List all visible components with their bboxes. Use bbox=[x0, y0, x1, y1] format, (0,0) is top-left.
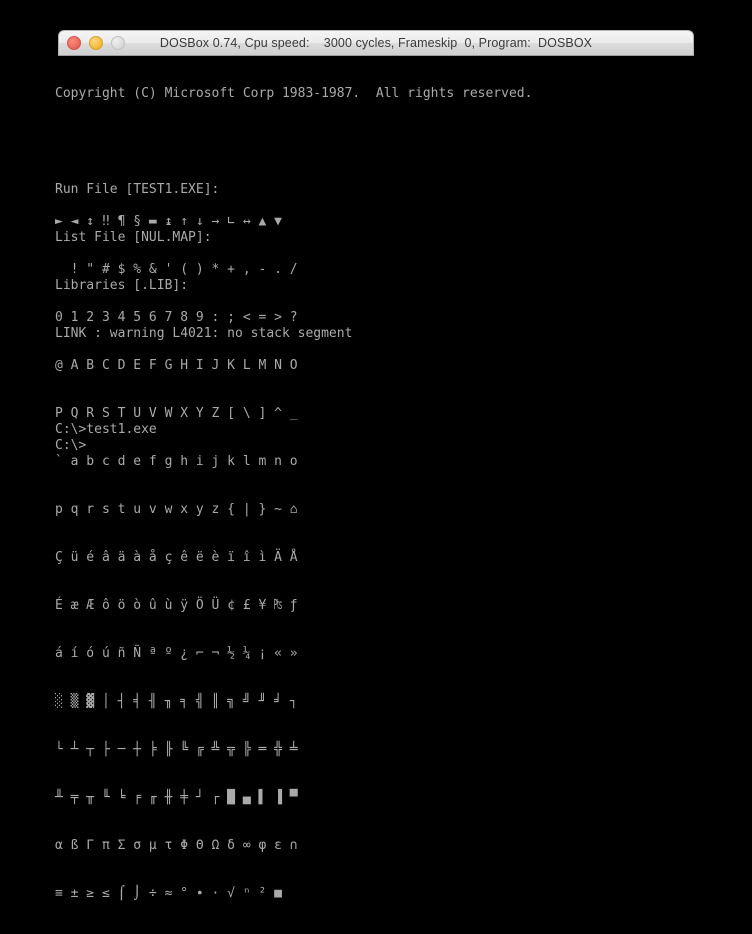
console-line: Copyright (C) Microsoft Corp 1983-1987. … bbox=[55, 86, 533, 101]
window-titlebar[interactable]: DOSBox 0.74, Cpu speed: 3000 cycles, Fra… bbox=[58, 30, 694, 56]
charmap-row: ╨ ╤ ╥ ╙ ╘ ╒ ╓ ╫ ╪ ┘ ┌ █ ▄ ▌ ▐ ▀ bbox=[55, 790, 298, 805]
minimize-button-icon[interactable] bbox=[89, 36, 103, 50]
window-title: DOSBox 0.74, Cpu speed: 3000 cycles, Fra… bbox=[159, 36, 593, 50]
charmap-row: ` a b c d e f g h i j k l m n o bbox=[55, 454, 298, 469]
charmap-row: ! " # $ % & ' ( ) * + , - . / bbox=[55, 262, 298, 277]
charmap-row: Ç ü é â ä à å ç ê ë è ï î ì Ä Å bbox=[55, 550, 298, 565]
close-button-icon[interactable] bbox=[67, 36, 81, 50]
charmap-row: á í ó ú ñ Ñ ª º ¿ ⌐ ¬ ½ ¼ ¡ « » bbox=[55, 646, 298, 661]
charmap-row: É æ Æ ô ö ò û ù ÿ Ö Ü ¢ £ ¥ ₧ ƒ bbox=[55, 598, 298, 613]
charmap-row: p q r s t u v w x y z { | } ~ ⌂ bbox=[55, 502, 298, 517]
zoom-button-icon[interactable] bbox=[111, 36, 125, 50]
charmap-row: α ß Γ π Σ σ µ τ Φ Θ Ω δ ∞ φ ε ∩ bbox=[55, 838, 298, 853]
charmap-row: P Q R S T U V W X Y Z [ \ ] ^ _ bbox=[55, 406, 298, 421]
character-map: ► ◄ ↕ ‼ ¶ § ▬ ↨ ↑ ↓ → ∟ ↔ ▲ ▼ ! " # $ % … bbox=[55, 182, 298, 934]
charmap-row: ░ ▒ ▓ │ ┤ ╡ ╢ ╖ ╕ ╣ ║ ╗ ╝ ╜ ╛ ┐ bbox=[55, 694, 298, 709]
window-controls bbox=[59, 36, 125, 50]
console-prompt[interactable]: C:\> bbox=[55, 438, 86, 454]
charmap-row: ≡ ± ≥ ≤ ⌠ ⌡ ÷ ≈ ° ∙ · √ ⁿ ² ■ bbox=[55, 886, 282, 901]
dosbox-screen: DOSBox 0.74, Cpu speed: 3000 cycles, Fra… bbox=[0, 0, 752, 901]
charmap-row: └ ┴ ┬ ├ ─ ┼ ╞ ╟ ╚ ╔ ╩ ╦ ╠ ═ ╬ ╧ bbox=[55, 742, 298, 757]
charmap-row: ► ◄ ↕ ‼ ¶ § ▬ ↨ ↑ ↓ → ∟ ↔ ▲ ▼ bbox=[55, 214, 282, 229]
charmap-row: 0 1 2 3 4 5 6 7 8 9 : ; < = > ? bbox=[55, 310, 298, 325]
dosbox-window: DOSBox 0.74, Cpu speed: 3000 cycles, Fra… bbox=[58, 30, 694, 56]
charmap-row: @ A B C D E F G H I J K L M N O bbox=[55, 358, 298, 373]
